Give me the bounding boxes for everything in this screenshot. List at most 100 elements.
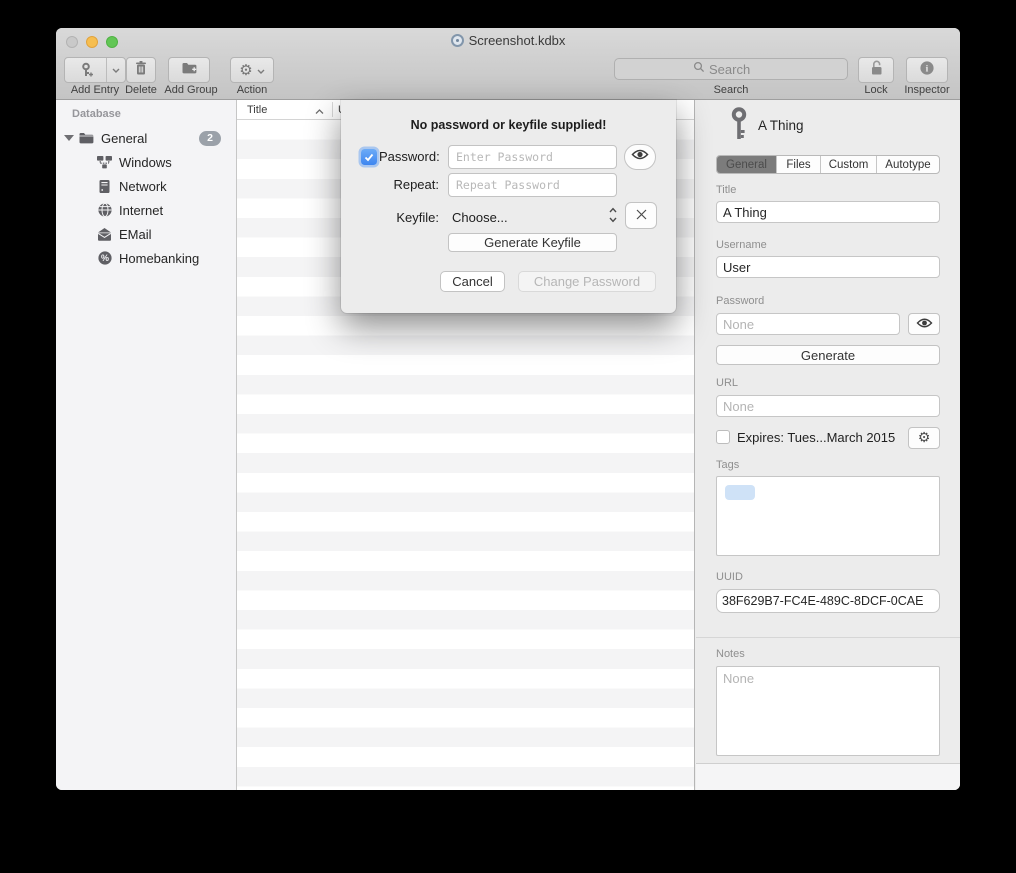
search-icon [693, 60, 705, 78]
inspector-footer [696, 764, 960, 790]
password-checkbox[interactable] [361, 149, 377, 165]
dialog-keyfile-label: Keyfile: [379, 210, 439, 225]
sidebar-header: Database [72, 108, 121, 120]
delete-button[interactable] [126, 57, 156, 83]
url-field-label: URL [716, 377, 738, 389]
reveal-password-button[interactable] [908, 313, 940, 335]
unlock-icon [869, 59, 884, 81]
window-title: Screenshot.kdbx [469, 33, 566, 48]
title-field[interactable] [716, 201, 940, 223]
gear-icon: ⚙ [239, 63, 252, 78]
add-group-button[interactable] [168, 57, 210, 83]
uuid-field[interactable] [716, 589, 940, 613]
generate-password-button[interactable]: Generate [716, 345, 940, 365]
envelope-icon [96, 226, 113, 243]
group-count-badge: 2 [199, 131, 221, 146]
check-icon [364, 153, 374, 162]
folder-plus-icon [181, 61, 198, 80]
expires-options-button[interactable]: ⚙ [908, 427, 940, 449]
tab-custom[interactable]: Custom [821, 156, 877, 173]
sort-ascending-icon [315, 106, 324, 118]
sidebar-item-label: General [101, 131, 147, 146]
dialog-password-input[interactable] [448, 145, 617, 169]
dialog-reveal-button[interactable] [624, 144, 656, 170]
svg-text:%: % [100, 253, 108, 263]
tags-box[interactable] [716, 476, 940, 556]
tags-label: Tags [716, 459, 739, 471]
eye-icon [631, 148, 649, 166]
x-icon [635, 208, 648, 224]
sidebar-item-general[interactable]: General 2 [56, 126, 236, 150]
expires-checkbox[interactable] [716, 430, 730, 444]
search-label: Search [614, 84, 848, 97]
dialog-repeat-label: Repeat: [379, 177, 439, 192]
sidebar-item-homebanking[interactable]: % Homebanking [56, 246, 236, 270]
gear-icon: ⚙ [918, 431, 931, 445]
eye-icon [916, 317, 933, 332]
chevron-down-icon[interactable] [107, 68, 125, 73]
sidebar-item-email[interactable]: EMail [56, 222, 236, 246]
globe-icon [96, 202, 113, 219]
dialog-repeat-input[interactable] [448, 173, 617, 197]
tab-autotype[interactable]: Autotype [877, 156, 939, 173]
inspector-button[interactable]: i [906, 57, 948, 83]
svg-text:i: i [926, 64, 929, 74]
clear-keyfile-button[interactable] [625, 202, 657, 229]
sidebar: Database General 2 Windows Network [56, 100, 237, 790]
expires-label: Expires: Tues...March 2015 [737, 430, 895, 445]
uuid-label: UUID [716, 571, 743, 583]
search-input[interactable] [709, 62, 769, 77]
document-icon [451, 34, 464, 47]
entry-title: A Thing [758, 118, 804, 133]
sidebar-item-windows[interactable]: Windows [56, 150, 236, 174]
window-chrome: Screenshot.kdbx Add Entry Delete Add [56, 28, 960, 100]
key-plus-icon [65, 62, 106, 79]
notes-field[interactable] [716, 666, 940, 756]
info-icon: i [919, 60, 935, 81]
inspector-label: Inspector [898, 84, 956, 97]
key-icon [728, 106, 750, 149]
trash-icon [134, 60, 148, 81]
keyfile-popup[interactable]: Choose... [452, 210, 508, 225]
add-entry-button[interactable] [64, 57, 126, 83]
username-field[interactable] [716, 256, 940, 278]
action-label: Action [230, 84, 274, 97]
notes-label: Notes [716, 648, 745, 660]
dialog-password-label: Password: [379, 149, 439, 164]
password-field-label: Password [716, 295, 764, 307]
inspector-panel: A Thing General Files Custom Autotype Ti… [696, 100, 960, 790]
change-password-dialog: No password or keyfile supplied! Passwor… [341, 100, 676, 313]
add-group-label: Add Group [160, 84, 222, 97]
chevron-down-icon [257, 61, 265, 79]
disclosure-triangle-icon[interactable] [64, 135, 74, 141]
stepper-icon[interactable] [608, 206, 618, 229]
username-field-label: Username [716, 239, 767, 251]
action-button[interactable]: ⚙ [230, 57, 274, 83]
password-field[interactable] [716, 313, 900, 335]
change-password-button[interactable]: Change Password [518, 271, 656, 292]
percent-icon: % [96, 250, 113, 267]
generate-keyfile-button[interactable]: Generate Keyfile [448, 233, 617, 252]
folder-icon [78, 130, 95, 147]
app-window: Screenshot.kdbx Add Entry Delete Add [56, 28, 960, 790]
sidebar-item-label: Internet [119, 203, 163, 218]
sidebar-item-label: EMail [119, 227, 152, 242]
windows-network-icon [96, 154, 113, 171]
column-header-title[interactable]: Title [237, 104, 267, 116]
tag-pill[interactable] [725, 485, 755, 500]
lock-button[interactable] [858, 57, 894, 83]
sidebar-item-label: Network [119, 179, 167, 194]
sidebar-item-internet[interactable]: Internet [56, 198, 236, 222]
inspector-tabs: General Files Custom Autotype [716, 155, 940, 174]
lock-label: Lock [852, 84, 900, 97]
dialog-message: No password or keyfile supplied! [341, 118, 676, 132]
title-field-label: Title [716, 184, 736, 196]
url-field[interactable] [716, 395, 940, 417]
search-field[interactable] [614, 58, 848, 80]
sidebar-item-label: Windows [119, 155, 172, 170]
tab-general[interactable]: General [717, 156, 777, 173]
sidebar-item-network[interactable]: Network [56, 174, 236, 198]
tab-files[interactable]: Files [777, 156, 821, 173]
server-icon [96, 178, 113, 195]
cancel-button[interactable]: Cancel [440, 271, 505, 292]
